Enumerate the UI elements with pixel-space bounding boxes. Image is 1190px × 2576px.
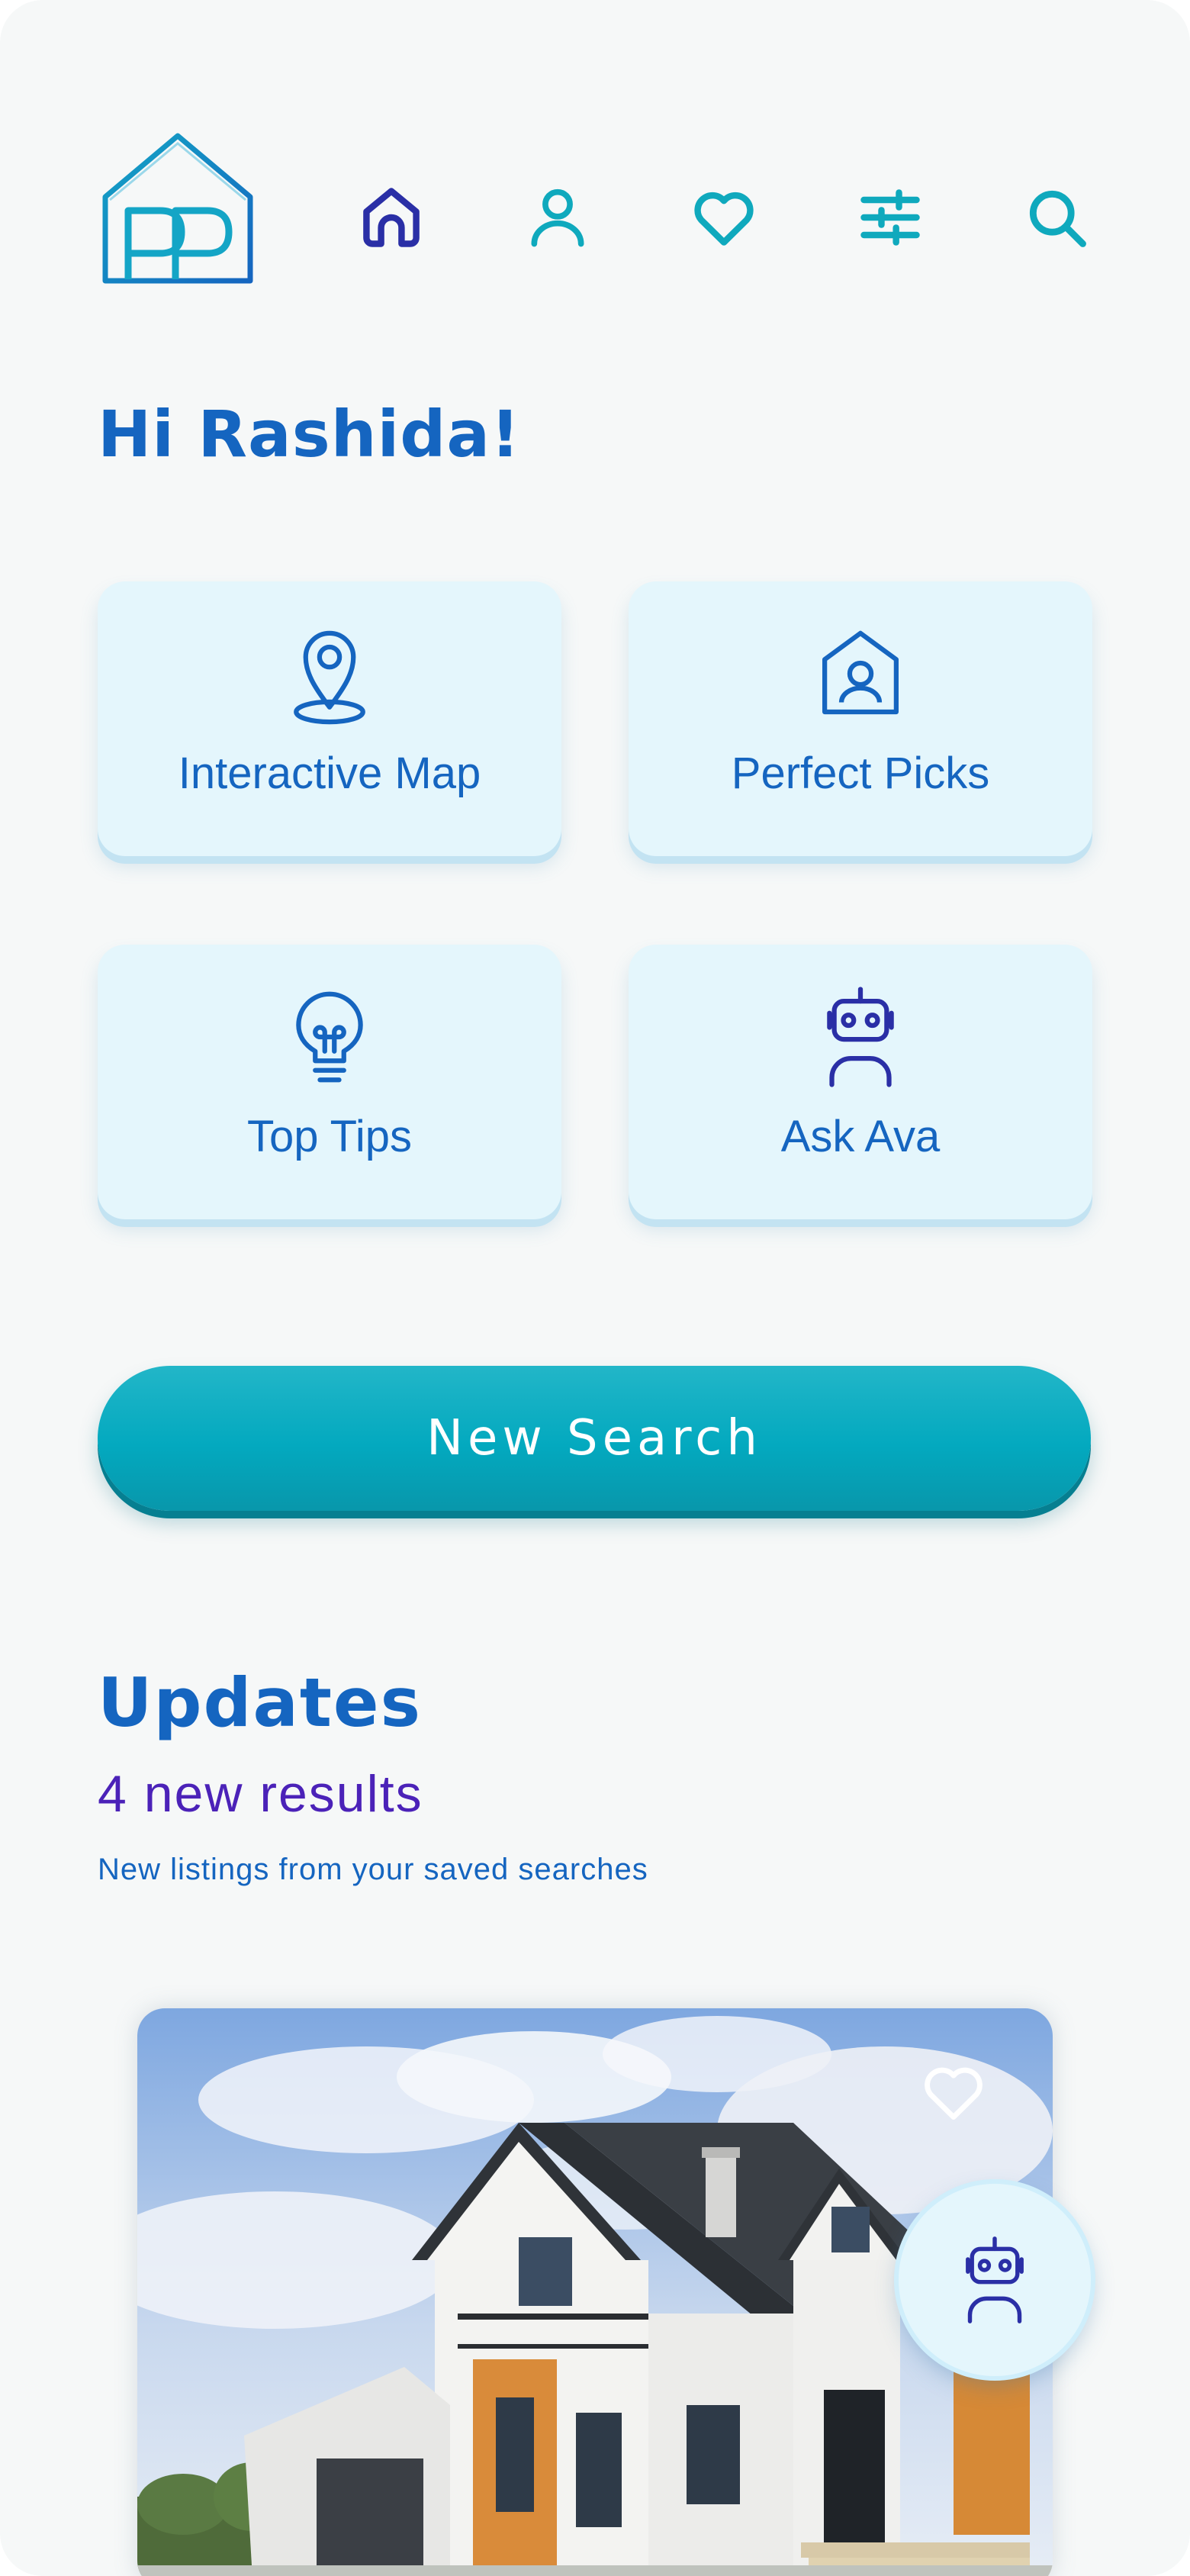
app-logo[interactable] xyxy=(98,128,258,296)
home-screen: Hi Rashida! Interactive Map Perfect Pick… xyxy=(0,0,1190,2576)
nav-heart-icon[interactable] xyxy=(682,175,766,259)
robot-icon xyxy=(629,980,1092,1094)
card-label: Interactive Map xyxy=(178,749,481,798)
card-label: Perfect Picks xyxy=(731,749,990,798)
card-label: Ask Ava xyxy=(780,1112,941,1161)
new-search-button[interactable]: New Search xyxy=(98,1366,1091,1511)
top-tips-card[interactable]: Top Tips xyxy=(98,945,561,1219)
nav-search-icon[interactable] xyxy=(1015,175,1098,259)
map-pin-icon xyxy=(98,617,561,731)
lightbulb-icon xyxy=(98,980,561,1094)
updates-heading: Updates xyxy=(98,1663,422,1742)
card-label: Top Tips xyxy=(247,1112,412,1161)
nav-home-icon[interactable] xyxy=(349,175,433,259)
ask-ava-fab[interactable] xyxy=(899,2184,1091,2376)
greeting-heading: Hi Rashida! xyxy=(98,397,521,472)
favorite-heart-icon[interactable] xyxy=(915,2054,992,2130)
house-user-icon xyxy=(629,617,1092,731)
logo-mark xyxy=(102,133,253,284)
perfect-picks-card[interactable]: Perfect Picks xyxy=(629,581,1092,856)
nav-profile-icon[interactable] xyxy=(516,175,600,259)
interactive-map-card[interactable]: Interactive Map xyxy=(98,581,561,856)
nav-sliders-icon[interactable] xyxy=(848,175,932,259)
new-results-count: 4 new results xyxy=(98,1765,423,1823)
robot-icon xyxy=(966,2236,1024,2323)
ask-ava-card[interactable]: Ask Ava xyxy=(629,945,1092,1219)
updates-subtitle: New listings from your saved searches xyxy=(98,1853,648,1886)
